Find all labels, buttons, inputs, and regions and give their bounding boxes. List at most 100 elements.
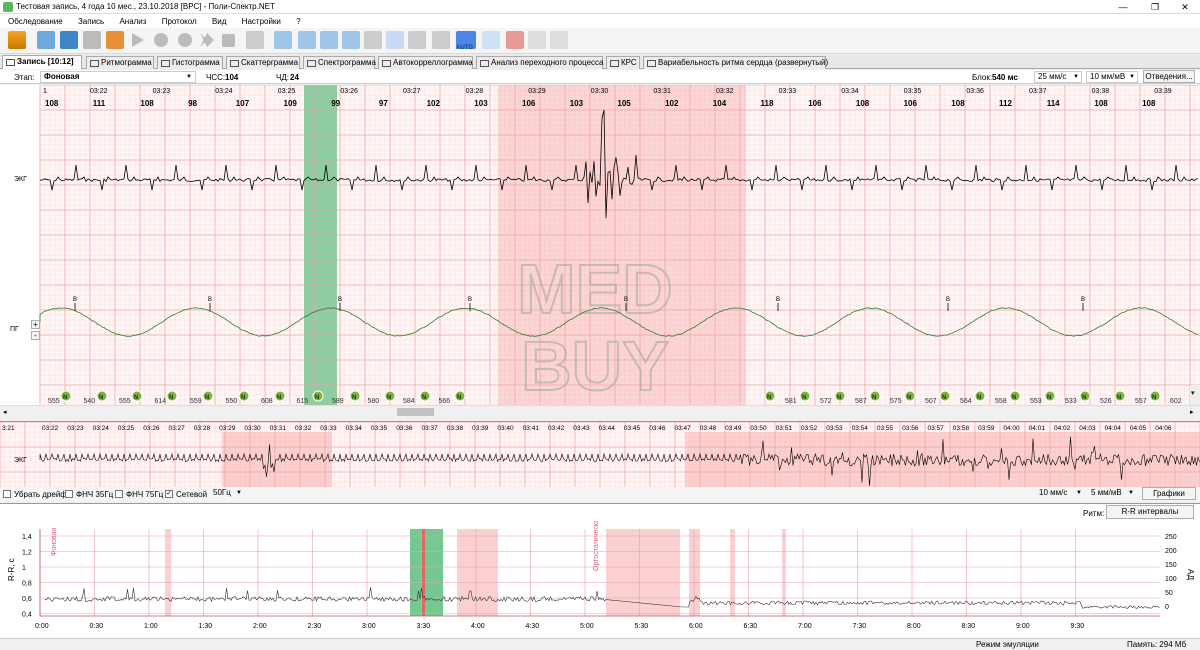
rewind-icon[interactable]: [178, 33, 192, 47]
tab-histogram[interactable]: Гистограмма: [157, 56, 223, 69]
tab-autocorrelogram[interactable]: Автокорреллограмма: [378, 56, 473, 69]
stage-select[interactable]: Фоновая ▼: [40, 71, 196, 83]
protocol-icon[interactable]: [482, 31, 500, 49]
maximize-button[interactable]: ❐: [1140, 1, 1170, 13]
overview-time-label: 03:34: [346, 425, 363, 432]
overview-amp-select[interactable]: 5 мм/мВ ▼: [1088, 488, 1136, 500]
menu-record[interactable]: Запись: [70, 14, 109, 26]
resp-value: 24: [290, 73, 299, 82]
hr-value: 106: [808, 99, 822, 108]
hr-value: 108: [1094, 99, 1108, 108]
tool-9-icon[interactable]: [528, 31, 546, 49]
scroll-right-icon[interactable]: ▸: [1190, 408, 1194, 416]
record-icon[interactable]: [154, 33, 168, 47]
hr-value: 108: [951, 99, 965, 108]
tab-rhythmogram[interactable]: Ритмограмма: [86, 56, 154, 69]
ecg-main-svg[interactable]: MEDBUY 1 03:22 03:23 03:24 03:25 03:26 03:27 03:…: [0, 85, 1200, 405]
hr-label: ЧСС:: [206, 73, 226, 82]
n-beat-label: N: [352, 395, 356, 401]
hp75-checkbox[interactable]: [115, 490, 123, 498]
n-beat-label: N: [872, 395, 876, 401]
stage-label-2: Ортостатическая: [593, 521, 600, 571]
tree-icon[interactable]: [8, 31, 26, 49]
net-checkbox[interactable]: ✓: [165, 490, 173, 498]
menu-settings[interactable]: Настройки: [234, 14, 286, 26]
tab-krs[interactable]: КРС: [606, 56, 640, 69]
x-tick: 7:00: [798, 623, 812, 630]
overview-time-label: 03:24: [93, 425, 110, 432]
tab-label: Скаттерграмма: [241, 58, 299, 67]
save-icon[interactable]: [83, 31, 101, 49]
rhythm-select[interactable]: R-R интервалы: [1106, 505, 1194, 519]
n-beat-label: N: [907, 395, 911, 401]
open-icon[interactable]: [60, 31, 78, 49]
tool-5-icon[interactable]: [364, 31, 382, 49]
menu-protocol[interactable]: Протокол: [154, 14, 202, 26]
scroll-thumb[interactable]: [397, 408, 434, 416]
minimize-button[interactable]: —: [1108, 1, 1138, 13]
spectrum-icon[interactable]: [550, 31, 568, 49]
tab-scattergram[interactable]: Скаттерграмма: [226, 56, 300, 69]
pg-minus-button[interactable]: -: [31, 331, 40, 340]
hr-value: 108: [856, 99, 870, 108]
play-icon[interactable]: [132, 33, 144, 47]
graphs-button[interactable]: Графики: [1142, 487, 1196, 500]
status-bar: Режим эмуляции Память: 294 Мб: [0, 638, 1200, 650]
menu-view[interactable]: Вид: [204, 14, 231, 26]
x-tick: 5:00: [580, 623, 594, 630]
tab-spectrogram[interactable]: Спектрограмма: [303, 56, 376, 69]
hr-value: 107: [236, 99, 250, 108]
tool-1-icon[interactable]: [274, 31, 292, 49]
delete-icon[interactable]: [506, 31, 524, 49]
n-beat-label: N: [977, 395, 981, 401]
rr-trend-svg[interactable]: 1,4 1,2 1 0,8 0,6 0,4 250 200 150 100 50 0 R-R, с АД 0…: [0, 521, 1200, 639]
tool-3-icon[interactable]: [320, 31, 338, 49]
menu-analysis[interactable]: Анализ: [111, 14, 151, 26]
n-beat-label: N: [802, 395, 806, 401]
net-freq-select[interactable]: 50Гц ▼: [210, 488, 242, 500]
overview-time-label: 03:33: [320, 425, 337, 432]
pg-plus-button[interactable]: +: [31, 320, 40, 329]
scroll-left-icon[interactable]: ◂: [3, 408, 7, 416]
tab-hrv-expanded[interactable]: Вариабельность ритма сердца (развернутый…: [643, 56, 828, 69]
x-tick: 9:00: [1016, 623, 1030, 630]
tool-2-icon[interactable]: [298, 31, 316, 49]
tab-transition-analysis[interactable]: Анализ переходного процесса: [476, 56, 604, 69]
tool-8-icon[interactable]: [432, 31, 450, 49]
overview-amp-value: 5 мм/мВ: [1091, 488, 1122, 497]
speed-select[interactable]: 25 мм/с ▼: [1034, 71, 1082, 83]
stop-icon[interactable]: [222, 34, 235, 47]
amp-select[interactable]: 10 мм/мВ ▼: [1086, 71, 1138, 83]
y-right-tick: 100: [1165, 576, 1177, 583]
horizontal-scrollbar[interactable]: ◂ ▸: [0, 405, 1200, 417]
new-record-icon[interactable]: [37, 31, 55, 49]
overview-artifact-2: [685, 432, 1200, 487]
tool-6-icon[interactable]: [386, 31, 404, 49]
leads-button[interactable]: Отведения...: [1143, 70, 1195, 83]
marker-icon[interactable]: [246, 31, 264, 49]
hr-value: 106: [522, 99, 536, 108]
y-left-tick: 1: [22, 565, 26, 572]
close-button[interactable]: ✕: [1170, 1, 1200, 13]
stage-label-1: Фоновая: [51, 527, 58, 556]
tool-4-icon[interactable]: [342, 31, 360, 49]
x-tick: 6:30: [744, 623, 758, 630]
overview-speed-select[interactable]: 10 мм/с ▼: [1036, 488, 1084, 500]
time-label: 03:35: [904, 88, 922, 95]
drift-checkbox[interactable]: [3, 490, 11, 498]
time-label: 03:32: [716, 88, 734, 95]
fast-forward-icon[interactable]: [200, 33, 214, 47]
tab-icon: [382, 60, 391, 67]
tab-label: Спектрограмма: [318, 58, 376, 67]
info-bar: Этап: Фоновая ▼ ЧСС: 104 ЧД: 24 Блок: 540…: [0, 70, 1200, 84]
hp35-checkbox[interactable]: [65, 490, 73, 498]
hr-value: 102: [665, 99, 679, 108]
trend-region: [410, 529, 443, 616]
menu-help[interactable]: ?: [288, 14, 305, 26]
tool-7-icon[interactable]: [408, 31, 426, 49]
menu-examination[interactable]: Обследование: [0, 14, 68, 26]
tab-record[interactable]: Запись [10:12]: [2, 55, 82, 69]
ecg-overview-svg[interactable]: 3:21 03:22 03:23 03:24 03:25 03:26 03:27 03:28 0…: [0, 422, 1200, 487]
export-icon[interactable]: [106, 31, 124, 49]
x-tick: 3:00: [362, 623, 376, 630]
